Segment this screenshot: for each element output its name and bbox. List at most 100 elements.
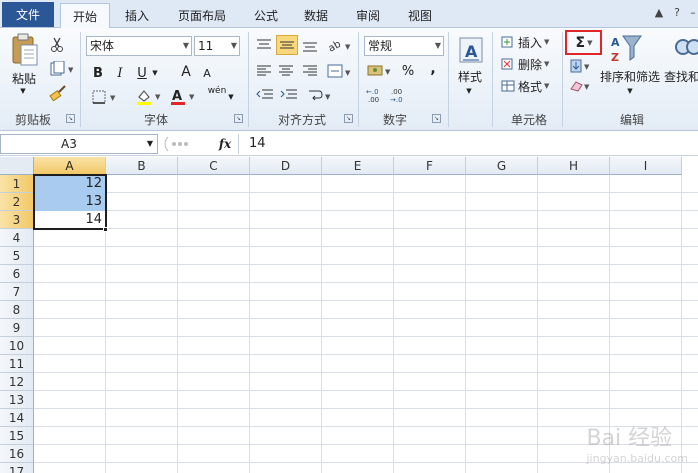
grow-font-button[interactable]: A	[178, 62, 194, 82]
paste-icon[interactable]	[10, 32, 40, 68]
row-header-1[interactable]: 1	[0, 175, 34, 193]
currency-format-icon[interactable]: ▼	[366, 62, 394, 80]
row-header-15[interactable]: 15	[0, 427, 34, 445]
increase-decimal-icon[interactable]: ←.0.00	[366, 86, 388, 104]
phonetic-dropdown-icon[interactable]: ▼	[226, 90, 236, 104]
tab-insert[interactable]: 插入	[112, 3, 162, 28]
comma-button[interactable]: ,	[426, 60, 440, 78]
format-cells-icon[interactable]	[500, 78, 518, 94]
align-center-icon[interactable]	[276, 62, 296, 80]
row-header-16[interactable]: 16	[0, 445, 34, 463]
column-header-i[interactable]: I	[610, 157, 682, 175]
row-header-9[interactable]: 9	[0, 319, 34, 337]
row-header-11[interactable]: 11	[0, 355, 34, 373]
column-header-b[interactable]: B	[106, 157, 178, 175]
clear-icon[interactable]: ▼	[568, 78, 594, 94]
paste-dropdown-icon[interactable]: ▼	[16, 86, 30, 96]
underline-dropdown-icon[interactable]: ▼	[150, 66, 160, 80]
worksheet-grid[interactable]: ABCDEFGHI 1 2 3 4 5 6 7 8 9 10 11 12 13 14 15 16 17 12 1…	[0, 157, 698, 473]
cut-icon[interactable]	[48, 36, 66, 54]
underline-button[interactable]: U	[134, 64, 150, 82]
row-header-4[interactable]: 4	[0, 229, 34, 247]
tab-review[interactable]: 审阅	[346, 3, 390, 28]
row-gridline	[34, 210, 698, 211]
format-cells-button[interactable]: 格式 ▼	[518, 78, 558, 94]
wrap-text-icon[interactable]: ▼	[306, 86, 334, 104]
fill-icon[interactable]: ▼	[568, 58, 594, 74]
styles-button[interactable]: 样式	[452, 68, 488, 84]
row-header-10[interactable]: 10	[0, 337, 34, 355]
format-painter-icon[interactable]	[48, 84, 68, 102]
row-header-5[interactable]: 5	[0, 247, 34, 265]
minimize-icon[interactable]: –	[686, 6, 698, 19]
tab-home[interactable]: 开始	[60, 3, 110, 29]
select-all-corner[interactable]	[0, 157, 34, 175]
decrease-indent-icon[interactable]	[254, 86, 276, 104]
find-select-icon[interactable]	[674, 34, 698, 66]
styles-icon[interactable]: A	[456, 34, 486, 66]
help-icon[interactable]: ?	[670, 6, 684, 19]
font-name-combo[interactable]: 宋体 ▼	[86, 36, 192, 56]
orientation-icon[interactable]: ab ▼	[326, 36, 354, 54]
percent-button[interactable]: %	[400, 62, 416, 80]
find-select-button[interactable]: 查找和	[664, 68, 698, 84]
align-right-icon[interactable]	[300, 62, 320, 80]
column-header-g[interactable]: G	[466, 157, 538, 175]
insert-cells-button[interactable]: 插入 ▼	[518, 34, 558, 50]
decrease-decimal-icon[interactable]: .00 →.0	[390, 86, 412, 104]
copy-icon[interactable]: ▼	[48, 60, 76, 78]
fill-color-icon[interactable]: ▼	[134, 88, 164, 106]
align-left-icon[interactable]	[254, 62, 274, 80]
number-launcher-icon[interactable]: ↘	[432, 114, 441, 123]
delete-cells-button[interactable]: 删除 ▼	[518, 56, 558, 72]
clipboard-launcher-icon[interactable]: ↘	[66, 114, 75, 123]
insert-function-button[interactable]: fx	[214, 136, 236, 152]
fill-handle[interactable]	[103, 227, 108, 232]
sort-filter-dropdown-icon[interactable]: ▼	[624, 86, 636, 96]
sort-filter-icon[interactable]: AZ	[608, 32, 644, 66]
align-top-icon[interactable]	[254, 36, 274, 54]
tab-file[interactable]: 文件	[2, 2, 54, 27]
row-header-17[interactable]: 17	[0, 463, 34, 473]
font-size-combo[interactable]: 11 ▼	[194, 36, 240, 56]
tab-page-layout[interactable]: 页面布局	[166, 3, 238, 28]
merge-center-icon[interactable]: ▼	[326, 62, 354, 80]
shrink-font-button[interactable]: A	[200, 64, 214, 82]
row-header-13[interactable]: 13	[0, 391, 34, 409]
name-box[interactable]: A3 ▼	[0, 134, 158, 154]
row-header-2[interactable]: 2	[0, 193, 34, 211]
column-header-d[interactable]: D	[250, 157, 322, 175]
align-bottom-icon[interactable]	[300, 36, 320, 54]
delete-cells-icon[interactable]	[500, 56, 518, 72]
sort-filter-button[interactable]: 排序和筛选	[598, 68, 662, 84]
font-color-icon[interactable]: A ▼	[168, 88, 198, 106]
row-header-12[interactable]: 12	[0, 373, 34, 391]
row-header-7[interactable]: 7	[0, 283, 34, 301]
column-header-e[interactable]: E	[322, 157, 394, 175]
border-icon[interactable]: ▼	[90, 88, 120, 106]
number-format-combo[interactable]: 常规 ▼	[364, 36, 444, 56]
tab-formulas[interactable]: 公式	[244, 3, 288, 28]
phonetic-button[interactable]: wén	[206, 86, 228, 106]
column-header-h[interactable]: H	[538, 157, 610, 175]
align-middle-icon[interactable]	[276, 35, 298, 55]
font-launcher-icon[interactable]: ↘	[234, 114, 243, 123]
row-header-6[interactable]: 6	[0, 265, 34, 283]
bold-button[interactable]: B	[90, 64, 106, 82]
alignment-launcher-icon[interactable]: ↘	[344, 114, 353, 123]
formula-input[interactable]: 14	[238, 134, 698, 154]
insert-cells-icon[interactable]	[500, 34, 518, 50]
italic-button[interactable]: I	[112, 64, 128, 82]
row-header-3[interactable]: 3	[0, 211, 34, 229]
column-header-c[interactable]: C	[178, 157, 250, 175]
increase-indent-icon[interactable]	[278, 86, 300, 104]
row-header-14[interactable]: 14	[0, 409, 34, 427]
column-header-f[interactable]: F	[394, 157, 466, 175]
paste-button[interactable]: 粘贴	[6, 70, 42, 86]
ribbon-collapse-icon[interactable]: ▲	[652, 6, 666, 19]
row-header-8[interactable]: 8	[0, 301, 34, 319]
column-header-a[interactable]: A	[34, 157, 106, 175]
tab-data[interactable]: 数据	[294, 3, 338, 28]
tab-view[interactable]: 视图	[398, 3, 442, 28]
styles-dropdown-icon[interactable]: ▼	[463, 86, 475, 96]
